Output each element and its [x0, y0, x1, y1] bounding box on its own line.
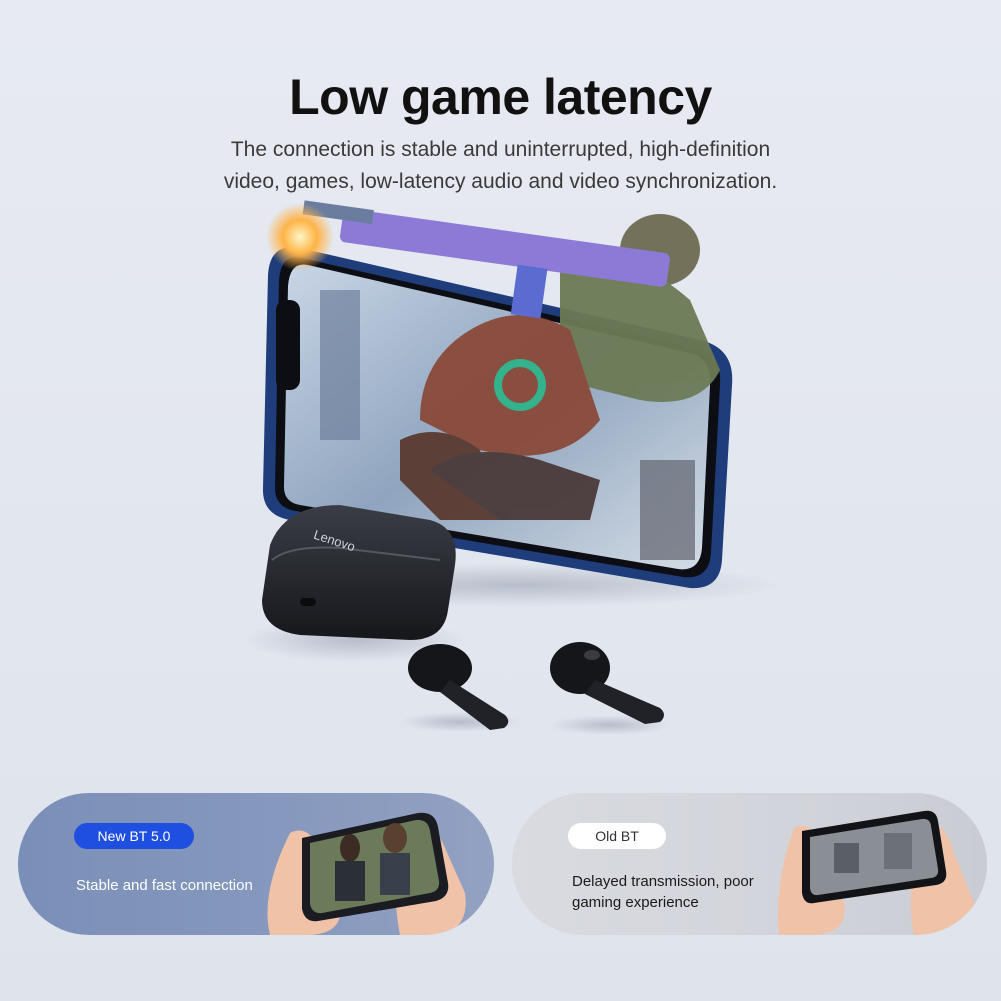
hands-holding-phone-icon [778, 810, 975, 935]
page-title: Low game latency [289, 69, 712, 125]
new-bt-badge: New BT 5.0 [74, 823, 194, 849]
subtitle-line-1: The connection is stable and uninterrupt… [230, 138, 771, 161]
page-subtitle: The connection is stable and uninterrupt… [0, 134, 1001, 198]
old-bt-description-line-1: Delayed transmission, poor [572, 873, 754, 890]
earbud-icon [550, 642, 670, 735]
hands-holding-phone-icon [267, 812, 466, 935]
new-bt-panel: New BT 5.0 Stable and fast connection [18, 793, 494, 935]
new-bt-description: Stable and fast connection [76, 877, 253, 894]
earbuds-case-icon: Lenovo [245, 505, 465, 662]
old-bt-description: Delayed transmission, poor gaming experi… [572, 871, 782, 913]
old-bt-badge: Old BT [568, 823, 666, 849]
old-bt-panel: Old BT Delayed transmission, poor gaming… [512, 793, 987, 935]
subtitle-line-2: video, games, low-latency audio and vide… [223, 170, 778, 193]
hero-illustration: Lenovo [245, 200, 780, 735]
earbud-icon [400, 644, 520, 732]
old-bt-description-line-2: gaming experience [572, 894, 699, 911]
